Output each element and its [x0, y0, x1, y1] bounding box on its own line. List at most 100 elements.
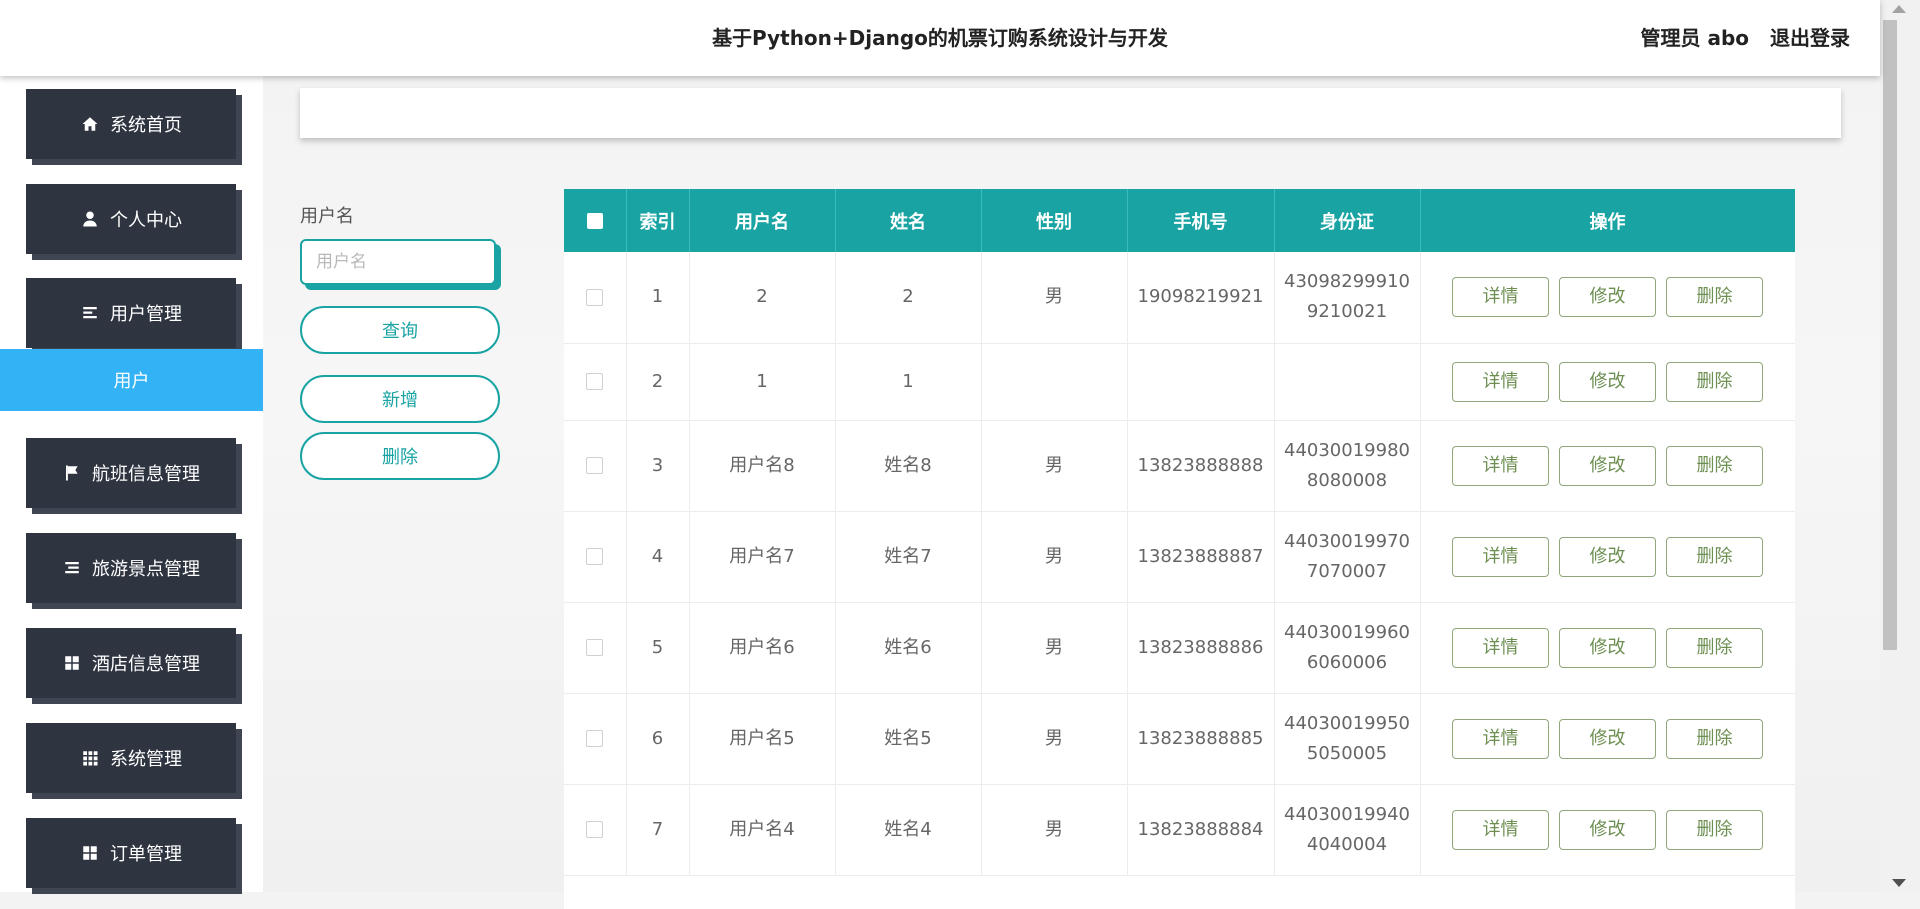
- cell-gender: 男: [981, 252, 1128, 344]
- detail-button[interactable]: 详情: [1452, 445, 1549, 486]
- id-card-line: 44030019960: [1284, 621, 1410, 643]
- edit-button[interactable]: 修改: [1559, 361, 1656, 402]
- detail-button[interactable]: 详情: [1452, 361, 1549, 402]
- table-row: 3 用户名8 姓名8 男 13823888888 44030019980 8080…: [564, 420, 1795, 512]
- edit-button[interactable]: 修改: [1559, 445, 1656, 486]
- main-content: 用户名 查询 新增 删除 索引 用户名 姓名 性别 手机号 身份证 操作: [263, 76, 1880, 909]
- cell-phone: 13823888885: [1127, 693, 1275, 785]
- cell-id-card: 44030019940 4040004: [1274, 784, 1421, 876]
- detail-button[interactable]: 详情: [1452, 536, 1549, 577]
- id-card-line: 9210021: [1306, 301, 1388, 323]
- cell-gender: [981, 343, 1128, 421]
- scroll-down-arrow-icon[interactable]: [1892, 879, 1906, 887]
- cell-phone: 19098219921: [1127, 252, 1275, 344]
- column-header-actions: 操作: [1420, 189, 1795, 252]
- row-checkbox[interactable]: [586, 548, 604, 565]
- sidebar-item-attractions[interactable]: 旅游景点管理: [26, 533, 236, 603]
- detail-button[interactable]: 详情: [1452, 627, 1549, 668]
- edit-button[interactable]: 修改: [1559, 627, 1656, 668]
- sidebar-item-system[interactable]: 系统管理: [26, 723, 236, 793]
- edit-button[interactable]: 修改: [1559, 718, 1656, 759]
- cell-id-card: 44030019970 7070007: [1274, 511, 1421, 603]
- delete-button[interactable]: 删除: [1666, 361, 1763, 402]
- admin-user-label: 管理员 abo: [1640, 26, 1750, 50]
- cell-index: 1: [626, 252, 690, 344]
- page-scrollbar[interactable]: [1880, 0, 1920, 892]
- cell-username: 1: [689, 343, 836, 421]
- row-checkbox[interactable]: [586, 457, 604, 474]
- sidebar-item-users[interactable]: 用户管理: [26, 278, 236, 348]
- cell-id-card: 44030019960 6060006: [1274, 602, 1421, 694]
- username-field-label: 用户名: [300, 206, 354, 227]
- scroll-up-arrow-icon[interactable]: [1892, 5, 1906, 13]
- cell-index: 4: [626, 511, 690, 603]
- cell-gender: 男: [981, 784, 1128, 876]
- delete-button[interactable]: 删除: [1666, 718, 1763, 759]
- id-card-line: 5050005: [1306, 742, 1388, 764]
- sidebar-subitem-user[interactable]: 用户: [0, 349, 263, 411]
- cell-id-card: [1274, 343, 1421, 421]
- username-search-input[interactable]: [300, 239, 496, 285]
- row-select-cell: [564, 602, 627, 694]
- cell-gender: 男: [981, 420, 1128, 512]
- scrollbar-thumb[interactable]: [1883, 20, 1897, 650]
- id-card-line: 44030019950: [1284, 712, 1410, 734]
- table-header-row: 索引 用户名 姓名 性别 手机号 身份证 操作: [564, 189, 1795, 252]
- sidebar-item-label: 航班信息管理: [92, 464, 200, 485]
- cell-username: 2: [689, 252, 836, 344]
- cell-name: 姓名6: [835, 602, 982, 694]
- add-button[interactable]: 新增: [300, 375, 500, 423]
- row-select-cell: [564, 420, 627, 512]
- sidebar-item-profile[interactable]: 个人中心: [26, 184, 236, 254]
- grid-icon: [62, 653, 82, 673]
- row-checkbox[interactable]: [586, 730, 604, 747]
- select-all-checkbox[interactable]: [586, 213, 603, 229]
- edit-button[interactable]: 修改: [1559, 809, 1656, 850]
- sidebar-item-home[interactable]: 系统首页: [26, 89, 236, 159]
- sidebar-item-label: 用户管理: [110, 304, 182, 325]
- sidebar-item-flights[interactable]: 航班信息管理: [26, 438, 236, 508]
- sidebar-item-orders[interactable]: 订单管理: [26, 818, 236, 888]
- id-card-line: 7070007: [1306, 560, 1388, 582]
- table-row: 4 用户名7 姓名7 男 13823888887 44030019970 7070…: [564, 511, 1795, 603]
- delete-button[interactable]: 删除: [1666, 809, 1763, 850]
- detail-button[interactable]: 详情: [1452, 809, 1549, 850]
- cell-index: 2: [626, 343, 690, 421]
- cell-phone: 13823888887: [1127, 511, 1275, 603]
- row-checkbox[interactable]: [586, 639, 604, 656]
- sidebar-item-label: 系统首页: [110, 115, 182, 136]
- delete-button[interactable]: 删除: [1666, 536, 1763, 577]
- detail-button[interactable]: 详情: [1452, 718, 1549, 759]
- batch-delete-button[interactable]: 删除: [300, 432, 500, 480]
- row-select-cell: [564, 511, 627, 603]
- delete-button[interactable]: 删除: [1666, 277, 1763, 318]
- delete-button[interactable]: 删除: [1666, 445, 1763, 486]
- select-all-header: [564, 189, 627, 252]
- cell-index: 5: [626, 602, 690, 694]
- cell-name: 2: [835, 252, 982, 344]
- delete-button[interactable]: 删除: [1666, 627, 1763, 668]
- row-checkbox[interactable]: [586, 821, 604, 838]
- cell-gender: 男: [981, 511, 1128, 603]
- logout-link[interactable]: 退出登录: [1770, 26, 1850, 50]
- edit-button[interactable]: 修改: [1559, 277, 1656, 318]
- breadcrumb: [300, 88, 1841, 138]
- detail-button[interactable]: 详情: [1452, 277, 1549, 318]
- sidebar-item-hotels[interactable]: 酒店信息管理: [26, 628, 236, 698]
- column-header-id-card: 身份证: [1274, 189, 1421, 252]
- sidebar-item-label: 酒店信息管理: [92, 654, 200, 675]
- id-card-line: 44030019970: [1284, 530, 1410, 552]
- row-checkbox[interactable]: [586, 288, 604, 306]
- home-icon: [80, 114, 100, 134]
- cell-phone: 13823888886: [1127, 602, 1275, 694]
- row-select-cell: [564, 784, 627, 876]
- row-checkbox[interactable]: [586, 373, 604, 390]
- edit-button[interactable]: 修改: [1559, 536, 1656, 577]
- apps-icon: [80, 748, 100, 768]
- cell-actions: 详情 修改 删除: [1420, 252, 1795, 344]
- query-button[interactable]: 查询: [300, 306, 500, 354]
- top-header: 基于Python+Django的机票订购系统设计与开发 管理员 abo 退出登录: [0, 0, 1880, 76]
- cell-phone: [1127, 343, 1275, 421]
- cell-name: 姓名5: [835, 693, 982, 785]
- cell-username: 用户名8: [689, 420, 836, 512]
